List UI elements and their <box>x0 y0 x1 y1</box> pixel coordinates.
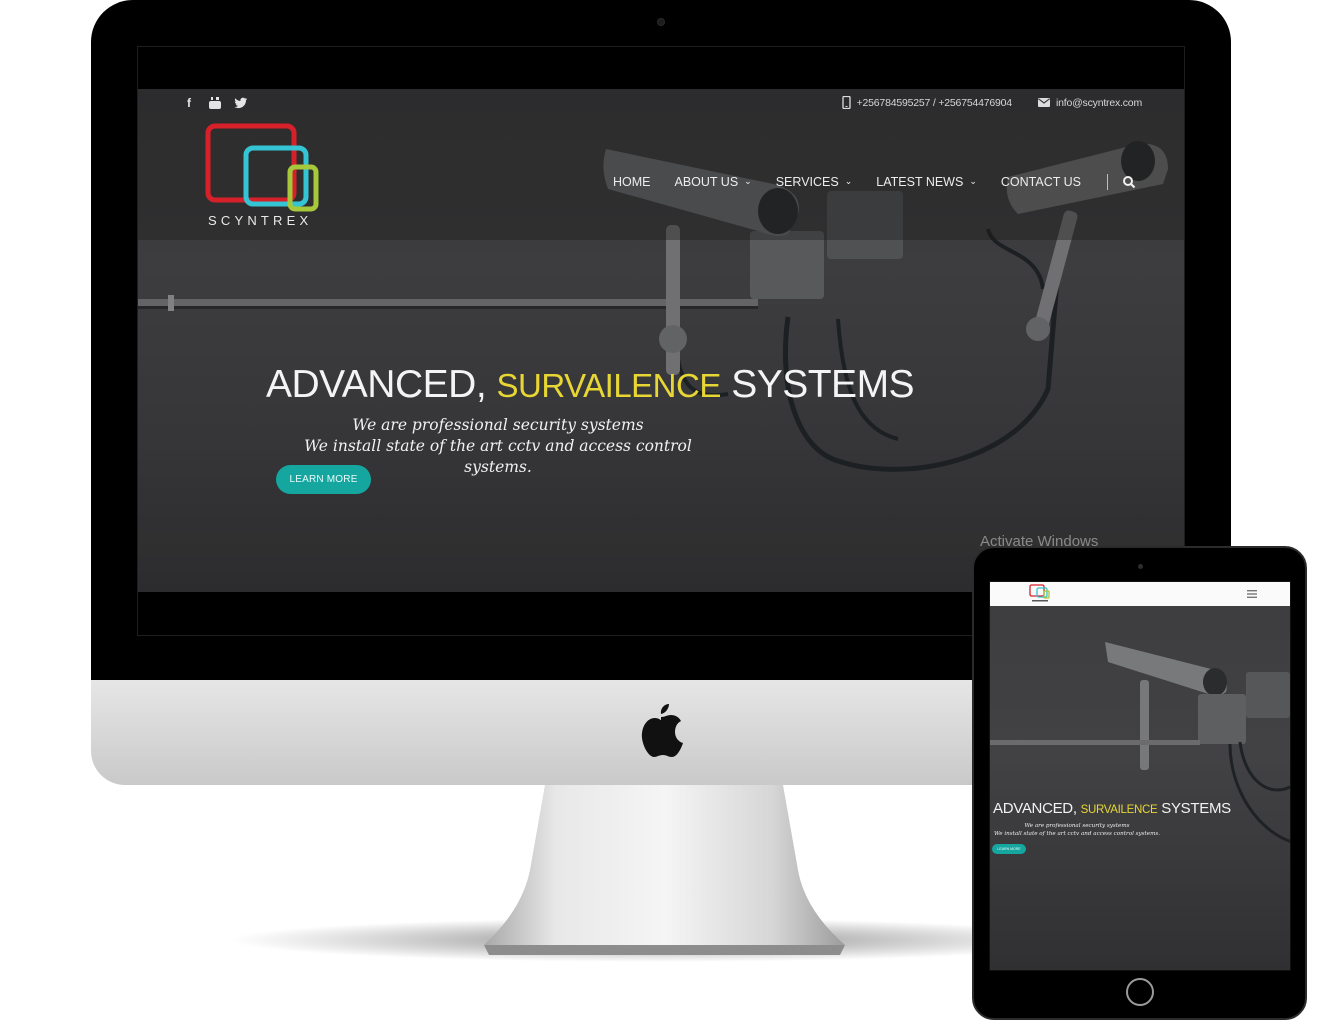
hamburger-menu-icon[interactable] <box>1247 590 1257 598</box>
learn-more-button[interactable]: LEARN MORE <box>276 465 371 494</box>
tablet-scyntrex-logo[interactable] <box>1028 584 1054 604</box>
contact-info: +256784595257 / +256754476904 info@scynt… <box>841 96 1142 109</box>
phone-numbers[interactable]: +256784595257 / +256754476904 <box>857 97 1013 109</box>
ipad-camera <box>1138 564 1143 569</box>
hero-title-accent: SURVAILENCE <box>496 367 722 404</box>
chevron-down-icon: ⌄ <box>744 175 752 186</box>
email-address[interactable]: info@scyntrex.com <box>1056 97 1142 109</box>
search-icon[interactable] <box>1122 175 1136 189</box>
tablet-hero-background-image <box>990 642 1290 843</box>
website-desktop: f +256784595257 / +256754476904 info@scy… <box>138 89 1184 592</box>
chevron-down-icon: ⌄ <box>844 175 853 186</box>
top-bar: f +256784595257 / +256754476904 info@scy… <box>138 89 1184 117</box>
tablet-hero-title: ADVANCED, SURVAILENCE SYSTEMS <box>993 800 1231 817</box>
nav-home[interactable]: HOME <box>613 175 651 189</box>
social-links: f <box>182 96 248 110</box>
website-tablet: ADVANCED, SURVAILENCE SYSTEMS We are pro… <box>989 581 1291 971</box>
chevron-down-icon: ⌄ <box>969 175 977 186</box>
tablet-hero-title-accent: SURVAILENCE <box>1080 804 1158 816</box>
nav-services[interactable]: SERVICES ⌄ <box>776 175 853 189</box>
nav-latest-news[interactable]: LATEST NEWS ⌄ <box>876 175 977 189</box>
logo-wordmark: SCYNTREX <box>208 213 313 228</box>
facebook-icon[interactable]: f <box>182 96 196 110</box>
hero-title: ADVANCED, SURVAILENCE SYSTEMS <box>266 363 915 406</box>
imac-camera <box>657 18 665 26</box>
nav-divider <box>1106 174 1108 190</box>
youtube-icon[interactable] <box>208 96 222 110</box>
nav-contact-us[interactable]: CONTACT US <box>1001 175 1081 189</box>
tablet-learn-more-button[interactable]: LEARN MORE <box>992 844 1026 854</box>
envelope-icon <box>1037 98 1050 107</box>
ipad-home-button[interactable] <box>1126 978 1154 1006</box>
mobile-phone-icon <box>841 96 851 109</box>
twitter-icon[interactable] <box>234 96 248 110</box>
nav-about-us[interactable]: ABOUT US ⌄ <box>675 175 752 189</box>
tablet-hero-subtitle: We are professional security systems We … <box>993 823 1161 837</box>
main-navigation: HOME ABOUT US ⌄ SERVICES ⌄ LATEST NEWS ⌄ CO… <box>613 173 1136 191</box>
apple-logo-icon <box>641 704 683 757</box>
